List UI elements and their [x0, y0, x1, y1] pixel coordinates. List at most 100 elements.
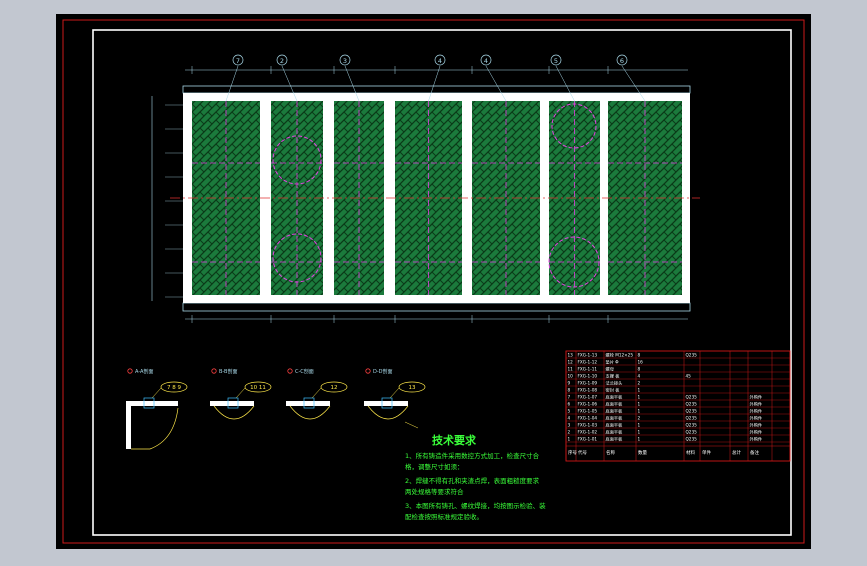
bom-cell: 1 [638, 388, 641, 393]
bom-header-cell: 数量 [638, 449, 647, 456]
bom-cell: 7 [568, 395, 571, 400]
bom-cell: 螺母 [606, 366, 614, 373]
bom-cell: 9 [568, 381, 571, 386]
callout-number: 2 [280, 57, 284, 65]
section-label: D-D剖面 [373, 368, 393, 375]
callout-number: 4 [484, 57, 488, 65]
bom-cell: 支撑 板 [606, 373, 621, 380]
bom-cell: FXG-1-11 [578, 367, 598, 372]
bom-cell: FXG-1-05 [578, 409, 598, 414]
bom-cell: 底面平板 [606, 394, 624, 401]
tech-line: 配检查按照标准规定验收。 [405, 512, 483, 521]
bom-cell: 12 [568, 360, 574, 365]
bom-cell: Q235 [686, 395, 698, 400]
bom-header-cell: 代号 [578, 449, 587, 456]
section-balloon-text: 12 [331, 385, 338, 391]
bom-cell: 外购件 [750, 422, 763, 429]
bom-cell: Q235 [686, 423, 698, 428]
bom-cell: 外购件 [750, 415, 763, 422]
section-label: B-B剖面 [219, 368, 238, 375]
bom-header-cell: 名称 [606, 449, 615, 456]
bom-cell: 1 [638, 409, 641, 414]
bom-cell: FXG-1-03 [578, 423, 598, 428]
section-label: A-A剖面 [135, 368, 153, 375]
bom-cell: 8 [568, 388, 571, 393]
bom-header-cell: 总计 [732, 449, 741, 456]
bom-cell: 1 [638, 437, 641, 442]
bom-cell: 1 [638, 395, 641, 400]
bom-cell: 底面平板 [606, 429, 624, 436]
plan-view: 7 2 3 4 4 5 6 [151, 54, 700, 323]
tech-line: 1、所有铸造件采用数控方式加工，检查尺寸合 [405, 451, 540, 460]
bom-header-cell: 备注 [750, 449, 759, 456]
section-wall [126, 401, 131, 449]
section-label: C-C剖面 [295, 368, 314, 375]
tech-title: 技术要求 [432, 433, 477, 447]
bom-cell: 外购件 [750, 429, 763, 436]
section-plate [126, 401, 178, 406]
bom-cell: 45 [686, 374, 692, 379]
bom-cell: FXG-1-07 [578, 395, 598, 400]
cad-viewport: 7234456 A-A剖面 7 8 9 B-B剖面 10 11 C-C剖面 12 D-D剖面… [0, 0, 867, 562]
bom-cell: 外购件 [750, 436, 763, 443]
bom-header-cell: 单件 [702, 449, 711, 456]
bom-cell: 1 [568, 437, 571, 442]
bom-cell: 2 [638, 416, 641, 421]
bom-header-cell: 序号 [568, 449, 577, 456]
bom-cell: FXG-1-04 [578, 416, 598, 421]
bom-cell: 垫片 Φ [606, 359, 620, 366]
bom-cell: FXG-1-09 [578, 381, 598, 386]
callout-number: 3 [343, 57, 347, 65]
bom-cell: 6 [568, 402, 571, 407]
bom-cell: 13 [568, 353, 574, 358]
bom-cell: 2 [638, 381, 641, 386]
bom-cell: 外购件 [750, 401, 763, 408]
bom-cell: 底面平板 [606, 401, 624, 408]
section-plate [364, 401, 408, 406]
bom-header-cell: 材料 [686, 449, 695, 456]
bom-cell: 5 [568, 409, 571, 414]
bom-cell: 螺栓 M12×25 [606, 352, 634, 359]
bom-cell: Q235 [686, 416, 698, 421]
callout-number: 6 [620, 57, 624, 65]
section-plate [210, 401, 254, 406]
bom-cell: 2 [568, 430, 571, 435]
bom-cell: FXG-1-01 [578, 437, 598, 442]
bom-cell: 4 [568, 416, 571, 421]
tech-line: 格，调整尺寸如须： [405, 462, 464, 471]
bom-cell: Q235 [686, 353, 698, 358]
bom-cell: 底面平板 [606, 415, 624, 422]
bom-cell: 1 [638, 430, 641, 435]
bom-cell: Q235 [686, 402, 698, 407]
bom-cell: 16 [638, 360, 644, 365]
bom-cell: FXG-1-10 [578, 374, 598, 379]
section-plate [286, 401, 330, 406]
bom-cell: 底面平板 [606, 436, 624, 443]
section-balloon-text: 10 11 [250, 385, 266, 391]
bom-cell: 外购件 [750, 394, 763, 401]
bom-cell: 1 [638, 402, 641, 407]
bom-cell: 4 [638, 374, 641, 379]
callout-number: 5 [554, 57, 558, 65]
callout-number: 7 [236, 57, 240, 65]
bom-cell: 8 [638, 353, 641, 358]
bom-cell: FXG-1-12 [578, 360, 598, 365]
bom-cell: 10 [568, 374, 574, 379]
tech-line: 两处规格等要求符合 [405, 487, 464, 496]
drawing-sheet: 7234456 A-A剖面7 8 9B-B剖面10 11C-C剖面12D-D剖面… [56, 14, 811, 549]
bom-cell: 1 [638, 423, 641, 428]
bom-cell: 11 [568, 367, 574, 372]
bom-cell: 8 [638, 367, 641, 372]
bom-cell: 法兰接头 [606, 380, 623, 387]
bom-cell: Q235 [686, 409, 698, 414]
section-balloon-text: 7 8 9 [167, 385, 181, 391]
bom-cell: 底面平板 [606, 408, 624, 415]
tech-line: 2、焊缝不得有孔和夹渣点焊，表面粗糙度要求 [405, 476, 540, 485]
tech-line: 3、本图所有铸孔、螺纹焊接，均按图示检验、装 [405, 501, 546, 510]
bom-cell: 密封 板 [606, 387, 621, 394]
section-balloon-text: 13 [409, 385, 416, 391]
callout-number: 4 [438, 57, 442, 65]
bom-cell: 底面平板 [606, 422, 624, 429]
bom-cell: Q235 [686, 437, 698, 442]
bom-cell: FXG-1-02 [578, 430, 598, 435]
